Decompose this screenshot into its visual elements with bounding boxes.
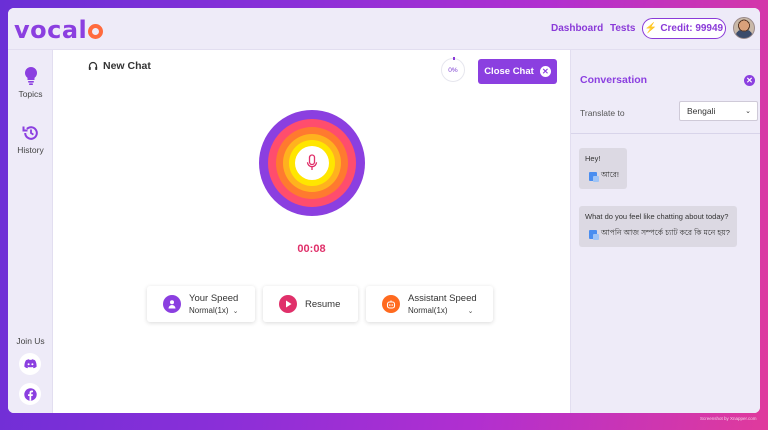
chevron-down-icon: ⌄ — [745, 108, 751, 115]
resume-button[interactable]: Resume — [263, 286, 358, 322]
progress-indicator: 0% — [441, 57, 465, 82]
watermark: Screenshot by Xnapper.com — [700, 416, 757, 421]
recording-timer: 00:08 — [297, 243, 326, 255]
progress-text: 0% — [448, 66, 458, 74]
credit-text: Credit: 99949 — [660, 23, 724, 34]
translate-label: Translate to — [580, 108, 625, 118]
user-icon — [163, 295, 181, 313]
message-text: Hey! — [585, 154, 601, 163]
chat-header: New Chat — [88, 60, 151, 72]
translation-text: আপনি আজ সম্পর্কে চ্যাট করে কি মনে হয়? — [601, 228, 730, 237]
chevron-down-icon: ⌄ — [232, 307, 239, 315]
close-icon: ✕ — [539, 66, 551, 77]
app-window: vocal Dashboard Tests ⚡ Credit: 99949 To… — [8, 8, 760, 413]
mic-button[interactable] — [259, 110, 365, 216]
close-conversation-button[interactable]: ✕ — [744, 75, 755, 86]
credit-badge[interactable]: ⚡ Credit: 99949 — [642, 18, 726, 39]
language-value: Bengali — [687, 106, 716, 116]
translate-icon — [589, 171, 599, 182]
microphone-icon — [295, 146, 329, 180]
assistant-speed-title: Assistant Speed — [408, 293, 477, 304]
conversation-title: Conversation — [580, 74, 648, 86]
close-icon: ✕ — [746, 76, 753, 85]
conversation-header: Conversation ✕ Translate to Bengali ⌄ — [571, 50, 760, 134]
discord-icon — [23, 359, 37, 369]
language-select[interactable]: Bengali ⌄ — [679, 101, 758, 121]
top-header: vocal Dashboard Tests ⚡ Credit: 99949 — [8, 8, 760, 50]
close-chat-label: Close Chat — [484, 66, 534, 77]
history-icon — [22, 126, 38, 140]
discord-button[interactable] — [19, 353, 41, 375]
your-speed-title: Your Speed — [189, 293, 239, 304]
sidebar-item-label: History — [17, 145, 44, 155]
message-bubble: Hey! আরে! — [579, 148, 627, 189]
robot-icon — [382, 295, 400, 313]
avatar[interactable] — [733, 17, 755, 39]
headphones-icon — [88, 61, 98, 70]
chat-title: New Chat — [103, 60, 151, 72]
join-us-label: Join Us — [16, 336, 45, 346]
message-translation: আপনি আজ সম্পর্কে চ্যাট করে কি মনে হয়? — [585, 228, 731, 240]
chevron-down-icon: ⌄ — [467, 307, 474, 315]
logo[interactable]: vocal — [14, 16, 104, 44]
logo-ring-icon — [88, 24, 104, 39]
lightbulb-icon — [24, 66, 37, 85]
your-speed-control[interactable]: Your Speed Normal(1x) ⌄ — [147, 286, 255, 322]
close-chat-button[interactable]: Close Chat ✕ — [478, 59, 557, 84]
bolt-icon: ⚡ — [644, 23, 658, 34]
play-icon — [279, 295, 297, 313]
nav-tests-link[interactable]: Tests — [610, 23, 635, 34]
nav-dashboard-link[interactable]: Dashboard — [551, 23, 603, 34]
sidebar-item-topics[interactable]: Topics — [8, 66, 53, 99]
translation-text: আরে! — [601, 170, 619, 179]
chat-main: New Chat 0% Close Chat ✕ 00:08 Your Spee… — [53, 50, 570, 413]
conversation-panel: Conversation ✕ Translate to Bengali ⌄ He… — [570, 50, 760, 413]
translate-icon — [589, 229, 599, 240]
facebook-button[interactable] — [19, 383, 41, 405]
resume-label: Resume — [305, 298, 341, 310]
left-sidebar: Topics History Join Us — [8, 50, 53, 413]
message-bubble: What do you feel like chatting about tod… — [579, 206, 737, 247]
assistant-speed-value: Normal(1x) — [408, 306, 448, 315]
assistant-speed-control[interactable]: Assistant Speed Normal(1x) ⌄ — [366, 286, 493, 322]
your-speed-value: Normal(1x) — [189, 306, 229, 315]
sidebar-item-label: Topics — [18, 89, 43, 99]
message-translation: আরে! — [585, 170, 621, 182]
sidebar-item-history[interactable]: History — [8, 124, 53, 155]
message-text: What do you feel like chatting about tod… — [585, 212, 729, 221]
facebook-icon — [23, 387, 37, 401]
